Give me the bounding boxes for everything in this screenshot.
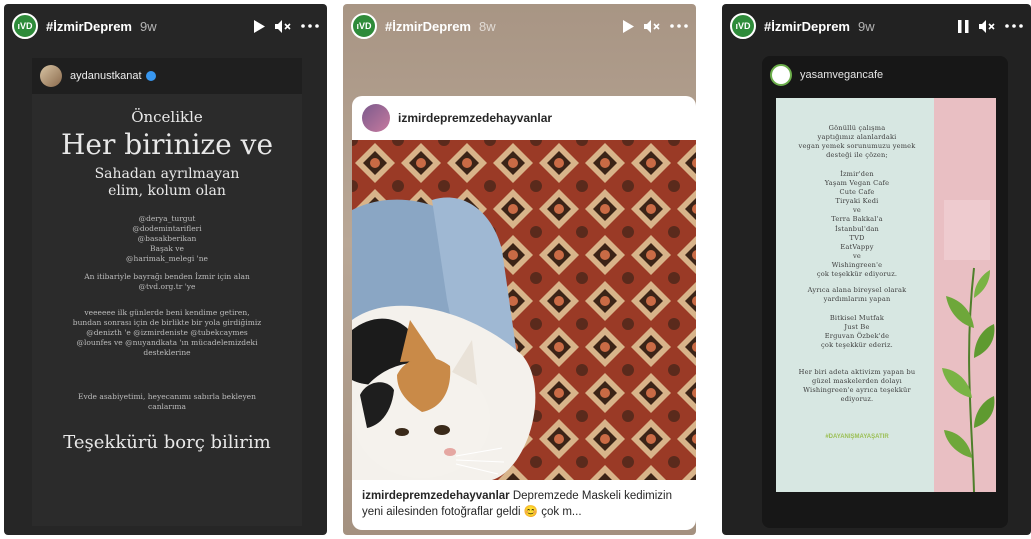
play-icon[interactable] bbox=[622, 19, 634, 33]
mute-icon[interactable] bbox=[979, 19, 995, 33]
post-username[interactable]: izmirdepremzedehayvanlar bbox=[398, 111, 552, 125]
avatar[interactable]: ıVD bbox=[12, 13, 38, 39]
story-panel-1[interactable]: ıVD #İzmirDeprem 9w aydanustkanat Önceli… bbox=[4, 4, 327, 535]
poster-text-block: İzmir'den Yaşam Vegan Cafe Cute Cafe Tir… bbox=[816, 170, 898, 279]
mute-icon[interactable] bbox=[644, 19, 660, 33]
post-paragraph: Evde asabiyetimi, heyecanımı sabırla bek… bbox=[78, 392, 256, 411]
story-username[interactable]: #İzmirDeprem bbox=[385, 19, 471, 34]
poster-pink-panel bbox=[934, 98, 996, 492]
avatar[interactable]: ıVD bbox=[730, 13, 756, 39]
post-header: aydanustkanat bbox=[32, 58, 302, 94]
post-username[interactable]: yasamvegancafe bbox=[800, 69, 883, 81]
post-username[interactable]: aydanustkanat bbox=[70, 70, 156, 82]
story-panel-3[interactable]: ıVD #İzmirDeprem 9w yasamvegancafe Gönül… bbox=[722, 4, 1031, 535]
story-timestamp: 9w bbox=[857, 18, 875, 34]
shared-post[interactable]: yasamvegancafe Gönüllü çalışma yaptığımı… bbox=[762, 56, 1008, 528]
caption-username[interactable]: izmirdepremzedehayvanlar bbox=[362, 490, 510, 502]
post-image[interactable]: Gönüllü çalışma yaptığımız alanlardaki v… bbox=[776, 98, 996, 492]
poster-text-block: Her biri adeta aktivizm yapan bu güzel m… bbox=[798, 368, 916, 404]
pause-icon[interactable] bbox=[958, 19, 969, 33]
post-footer-text: Teşekkürü borç bilirim bbox=[63, 432, 271, 453]
more-options-icon[interactable] bbox=[301, 24, 319, 28]
story-timestamp: 8w bbox=[478, 18, 496, 34]
story-panel-2[interactable]: ıVD #İzmirDeprem 8w izmirdepremzedehayva… bbox=[343, 4, 696, 535]
story-timestamp: 9w bbox=[139, 18, 157, 34]
poster-text-block: Ayrıca alana bireysel olarak yardımların… bbox=[807, 286, 907, 304]
post-header: izmirdepremzedehayvanlar bbox=[352, 96, 696, 140]
mute-icon[interactable] bbox=[275, 19, 291, 33]
post-photo[interactable] bbox=[352, 140, 696, 480]
more-options-icon[interactable] bbox=[670, 24, 688, 28]
post-avatar[interactable] bbox=[40, 65, 62, 87]
post-mentions: @derya_turgut @dodemintarifleri @basakbe… bbox=[126, 214, 208, 263]
story-header: ıVD #İzmirDeprem 9w bbox=[4, 4, 327, 48]
post-headline: Her birinize ve bbox=[60, 128, 274, 161]
post-paragraph: veeeeee ilk günlerde beni kendime getire… bbox=[72, 308, 262, 357]
poster-hashtag: #DAYANIŞMAYAŞATIR bbox=[825, 434, 889, 440]
verified-badge-icon bbox=[145, 71, 156, 82]
story-username[interactable]: #İzmirDeprem bbox=[46, 19, 132, 34]
shared-post[interactable]: izmirdepremzedehayvanlar izmirdepremzede… bbox=[352, 96, 696, 530]
post-subheadline: Sahadan ayrılmayan elim, kolum olan bbox=[94, 166, 240, 199]
post-paragraph: An itibariyle bayrağı benden İzmir için … bbox=[84, 272, 250, 291]
more-options-icon[interactable] bbox=[1005, 24, 1023, 28]
post-header: yasamvegancafe bbox=[762, 56, 1008, 94]
shared-post[interactable]: aydanustkanat Öncelikle Her birinize ve … bbox=[32, 58, 302, 526]
story-header: ıVD #İzmirDeprem 9w bbox=[722, 4, 1031, 48]
avatar[interactable]: ıVD bbox=[351, 13, 377, 39]
post-avatar[interactable] bbox=[362, 104, 390, 132]
poster-text-block: Gönüllü çalışma yaptığımız alanlardaki v… bbox=[798, 124, 916, 160]
post-caption: izmirdepremzedehayvanlar Depremzede Mask… bbox=[362, 490, 673, 518]
play-icon[interactable] bbox=[253, 19, 265, 33]
story-header: ıVD #İzmirDeprem 8w bbox=[343, 4, 696, 48]
story-username[interactable]: #İzmirDeprem bbox=[764, 19, 850, 34]
post-avatar[interactable] bbox=[770, 64, 792, 86]
poster-text-block: Bitkisel Mutfak Just Be Erguvan Özbek'de… bbox=[821, 314, 893, 350]
post-intro: Öncelikle bbox=[131, 108, 203, 126]
